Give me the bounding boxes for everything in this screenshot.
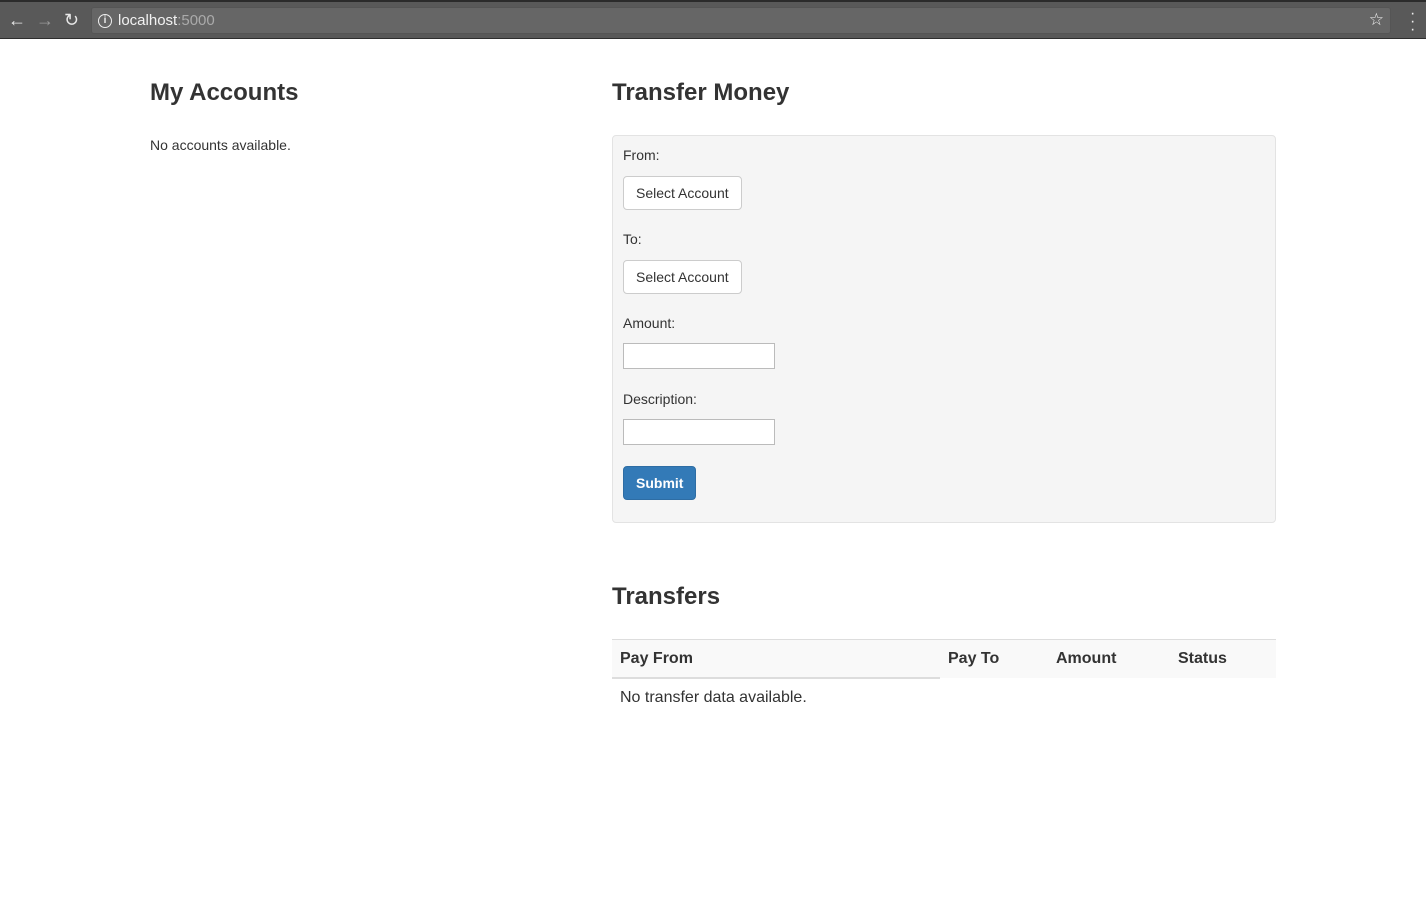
transfers-title: Transfers [612, 583, 721, 610]
from-label: From: [623, 147, 660, 163]
url-text: localhost:5000 [118, 12, 215, 29]
menu-icon[interactable]: · · · [1410, 6, 1415, 38]
header-divider [612, 677, 940, 679]
column-pay-to: Pay To [948, 650, 1000, 667]
forward-icon[interactable]: → [36, 8, 54, 32]
from-account-select[interactable]: Select Account [623, 176, 742, 210]
accounts-title: My Accounts [150, 79, 299, 106]
description-input[interactable] [623, 419, 775, 445]
column-amount: Amount [1056, 650, 1117, 667]
info-icon[interactable]: i [98, 14, 112, 28]
column-status: Status [1178, 650, 1227, 667]
bookmark-star-icon[interactable]: ☆ [1369, 10, 1384, 30]
submit-button[interactable]: Submit [623, 466, 697, 500]
reload-icon[interactable]: ↻ [64, 8, 79, 32]
transfer-form: From: Select Account To: Select Account … [612, 135, 1276, 523]
to-label: To: [623, 231, 642, 247]
amount-input[interactable] [623, 343, 775, 369]
amount-label: Amount: [623, 315, 676, 331]
back-icon[interactable]: ← [8, 8, 26, 32]
transfers-table-header: Pay From Pay To Amount Status [612, 639, 1276, 678]
accounts-empty-text: No accounts available. [150, 137, 291, 153]
address-bar[interactable]: i localhost:5000 ☆ [91, 7, 1391, 34]
transfers-empty-text: No transfer data available. [620, 689, 807, 706]
browser-toolbar: ← → ↻ i localhost:5000 ☆ · · · [0, 0, 1426, 39]
column-pay-from: Pay From [620, 650, 693, 667]
transfer-title: Transfer Money [612, 79, 790, 106]
description-label: Description: [623, 391, 697, 407]
to-account-select[interactable]: Select Account [623, 260, 742, 294]
